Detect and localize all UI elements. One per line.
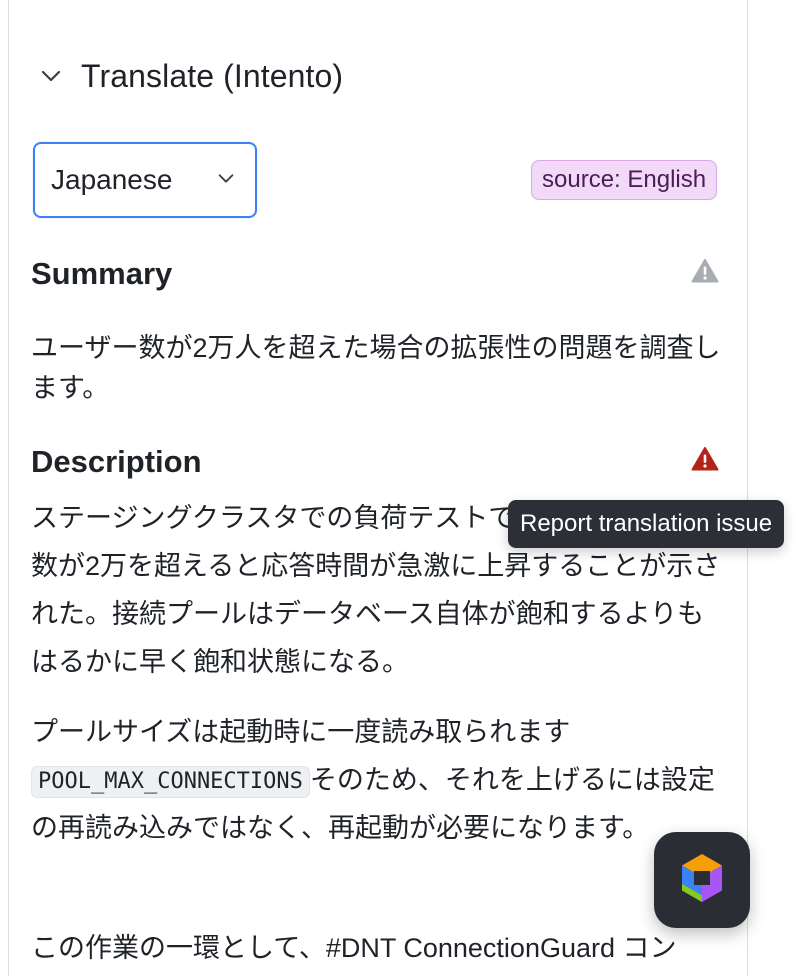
assistant-app-button[interactable] [654,832,750,928]
source-language-badge: source: English [531,160,718,200]
hexagon-logo-icon [677,851,727,910]
chevron-down-icon [215,167,237,194]
report-translation-tooltip: Report translation issue [508,500,785,548]
description-paragraph-3: この作業の一環として、#DNT ConnectionGuard コン [31,933,677,963]
description-title: Description [31,444,202,479]
chevron-down-icon[interactable] [37,62,65,90]
panel-title: Translate (Intento) [81,57,344,94]
summary-title: Summary [31,256,173,291]
paragraph-text: プールサイズは起動時に一度読み取られます [31,717,571,747]
translate-panel: Translate (Intento) Japanese source: Eng… [8,0,748,976]
description-paragraph-2: プールサイズは起動時に一度読み取られます POOL_MAX_CONNECTIONS… [31,708,721,852]
warning-triangle-icon[interactable] [691,446,719,472]
summary-text: ユーザー数が2万人を超えた場合の拡張性の問題を調査します。 [31,333,721,403]
inline-code: POOL_MAX_CONNECTIONS [31,765,310,798]
language-select[interactable]: Japanese [33,142,257,218]
language-select-value: Japanese [51,164,173,195]
panel-header[interactable]: Translate (Intento) [37,56,343,96]
warning-triangle-icon[interactable] [691,258,719,284]
